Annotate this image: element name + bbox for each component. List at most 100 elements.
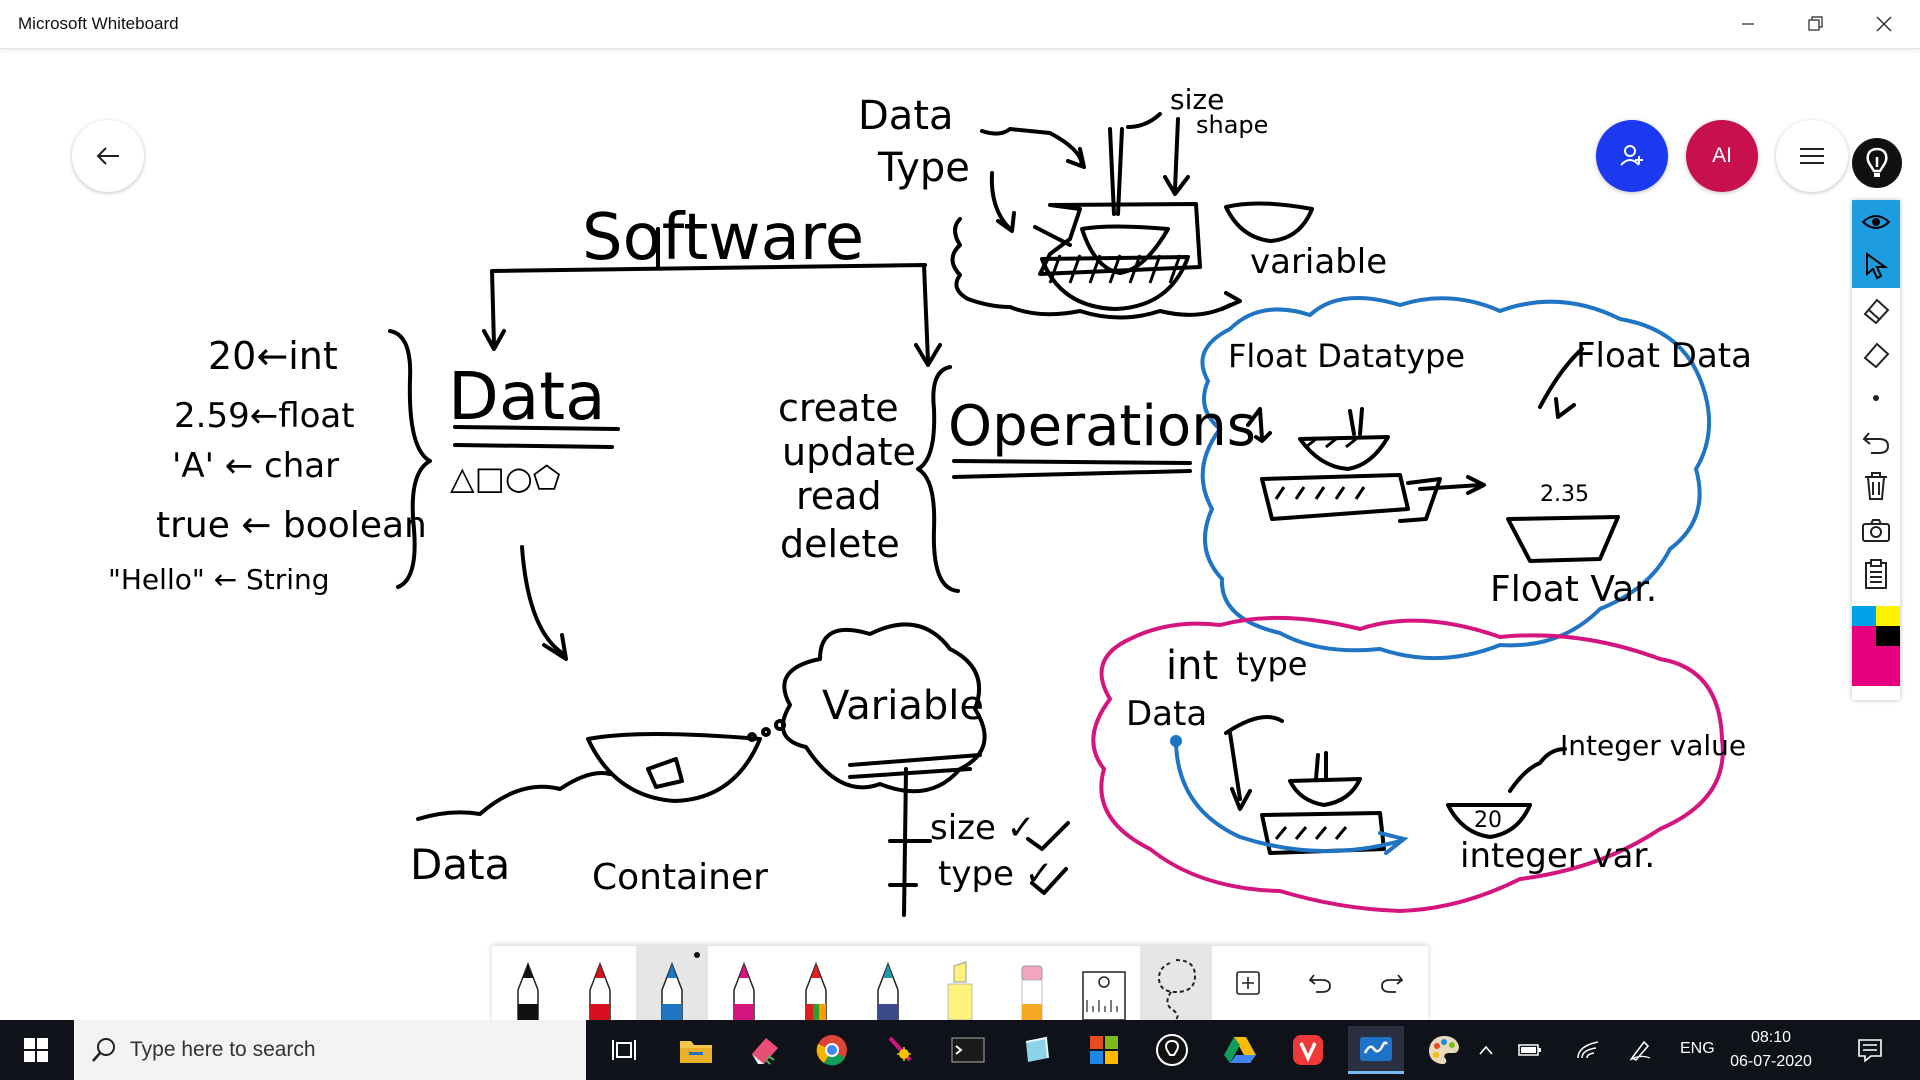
eraser-app-icon xyxy=(752,1038,778,1065)
type-label: type xyxy=(1236,645,1307,683)
action-center-button[interactable] xyxy=(1842,1026,1898,1074)
office-app[interactable] xyxy=(1076,1026,1132,1074)
example-float: 2.59←float xyxy=(174,396,355,436)
whiteboard-ink-app[interactable] xyxy=(1144,1026,1200,1074)
pen-icon xyxy=(661,961,683,1020)
variable-word: variable xyxy=(1250,242,1387,282)
pen-workspace-button[interactable] xyxy=(1620,1026,1660,1074)
user-avatar[interactable]: AI xyxy=(1686,120,1758,192)
whiteboard-icon xyxy=(1360,1036,1392,1061)
plus-box-icon xyxy=(1236,971,1260,995)
redo-button[interactable] xyxy=(1356,946,1428,1020)
paint-eraser-app[interactable] xyxy=(736,1026,792,1074)
hamburger-icon xyxy=(1800,148,1824,164)
whiteboard-canvas[interactable]: Software Data △□○⬠ Operations create upd… xyxy=(0,49,1920,1017)
lasso-tool[interactable] xyxy=(1140,946,1212,1020)
app-title: Microsoft Whiteboard xyxy=(18,14,179,33)
close-button[interactable] xyxy=(1850,0,1918,48)
palette-icon xyxy=(1429,1036,1459,1064)
crud-delete: delete xyxy=(780,522,900,566)
container-word: Container xyxy=(592,857,768,898)
rainbow-pen-tool[interactable] xyxy=(780,946,852,1020)
ruler-tool[interactable] xyxy=(1068,946,1140,1020)
microsoft-whiteboard-app[interactable] xyxy=(1348,1026,1404,1074)
crud-create: create xyxy=(778,386,899,430)
undo-button[interactable] xyxy=(1284,946,1356,1020)
black-pen-tool[interactable] xyxy=(492,946,564,1020)
example-boolean: true ← boolean xyxy=(156,505,427,546)
clear-tool[interactable] xyxy=(1852,464,1900,508)
sketch-app[interactable] xyxy=(872,1026,928,1074)
vivaldi-app[interactable] xyxy=(1280,1026,1336,1074)
snip-app[interactable] xyxy=(1008,1026,1064,1074)
eraser-icon xyxy=(1863,342,1890,368)
operations-heading: Operations xyxy=(948,394,1256,459)
current-color-swatch[interactable] xyxy=(1852,646,1900,686)
paint-app[interactable] xyxy=(1416,1026,1472,1074)
side-toolbar xyxy=(1852,200,1900,700)
camera-tool[interactable] xyxy=(1852,508,1900,552)
ink-logo-icon xyxy=(1852,138,1902,188)
view-mode-tool[interactable] xyxy=(1852,200,1900,244)
vivaldi-icon xyxy=(1293,1035,1323,1065)
color-swatch-magenta[interactable] xyxy=(1852,626,1876,646)
highlighter-tool[interactable] xyxy=(924,946,996,1020)
notification-icon xyxy=(1858,1039,1882,1062)
undo-tool[interactable] xyxy=(1852,420,1900,464)
pen-toolbar xyxy=(492,946,1428,1020)
color-swatch-black[interactable] xyxy=(1876,626,1900,646)
galaxy-pen-tool[interactable] xyxy=(852,946,924,1020)
minimize-button[interactable] xyxy=(1714,0,1782,48)
start-button[interactable] xyxy=(8,1026,64,1074)
network-button[interactable] xyxy=(1568,1026,1608,1074)
clipboard-tool[interactable] xyxy=(1852,552,1900,596)
language-indicator[interactable]: ENG xyxy=(1680,1040,1715,1058)
select-tool[interactable] xyxy=(1852,244,1900,288)
color-swatch-yellow[interactable] xyxy=(1876,606,1900,626)
var-type-label: type ✓ xyxy=(938,854,1053,894)
magenta-pen-tool[interactable] xyxy=(708,946,780,1020)
battery-button[interactable] xyxy=(1510,1026,1550,1074)
invite-button[interactable] xyxy=(1596,120,1668,192)
show-hidden-icons-button[interactable] xyxy=(1466,1026,1506,1074)
data-word: Data xyxy=(410,840,510,889)
camera-icon xyxy=(1862,519,1890,542)
restore-button[interactable] xyxy=(1782,0,1850,48)
eye-icon xyxy=(1861,215,1891,229)
eraser-icon xyxy=(1863,298,1890,324)
red-pen-tool[interactable] xyxy=(564,946,636,1020)
clock-date: 06-07-2020 xyxy=(1730,1053,1812,1070)
task-view-button[interactable] xyxy=(596,1026,652,1074)
chrome-app[interactable] xyxy=(804,1026,860,1074)
int-value: 20 xyxy=(1474,808,1502,833)
blue-pen-tool[interactable] xyxy=(636,946,708,1020)
float-value: 2.35 xyxy=(1540,482,1589,507)
example-string: "Hello" ← String xyxy=(108,563,330,596)
float-var-label: Float Var. xyxy=(1490,569,1657,610)
snip-icon xyxy=(1025,1036,1049,1062)
eraser-tool[interactable] xyxy=(996,946,1068,1020)
office-grid-icon xyxy=(1090,1036,1118,1064)
file-explorer-app[interactable] xyxy=(668,1026,724,1074)
undo-icon xyxy=(1862,432,1890,454)
color-swatch-cyan[interactable] xyxy=(1852,606,1876,626)
lasso-icon xyxy=(1157,959,1197,1020)
terminal-app[interactable] xyxy=(940,1026,996,1074)
redo-icon xyxy=(1381,974,1404,993)
google-drive-app[interactable] xyxy=(1212,1026,1268,1074)
int-data-label: Data xyxy=(1126,694,1207,734)
stroke-size-tool[interactable] xyxy=(1852,376,1900,420)
settings-menu-button[interactable] xyxy=(1776,120,1848,192)
stroke-eraser-tool[interactable] xyxy=(1852,288,1900,332)
add-person-icon xyxy=(1620,145,1643,166)
system-clock[interactable]: 08:10 06-07-2020 xyxy=(1726,1026,1816,1074)
pen-icon xyxy=(805,961,827,1020)
data-shapes: △□○⬠ xyxy=(450,459,561,497)
trash-icon xyxy=(1865,472,1887,500)
arrow-left-icon xyxy=(96,147,119,165)
add-content-button[interactable] xyxy=(1212,946,1284,1020)
back-button[interactable] xyxy=(72,120,144,192)
shape-word: shape xyxy=(1196,111,1268,139)
point-eraser-tool[interactable] xyxy=(1852,332,1900,376)
taskbar-search-box[interactable]: Type here to search xyxy=(74,1020,586,1080)
